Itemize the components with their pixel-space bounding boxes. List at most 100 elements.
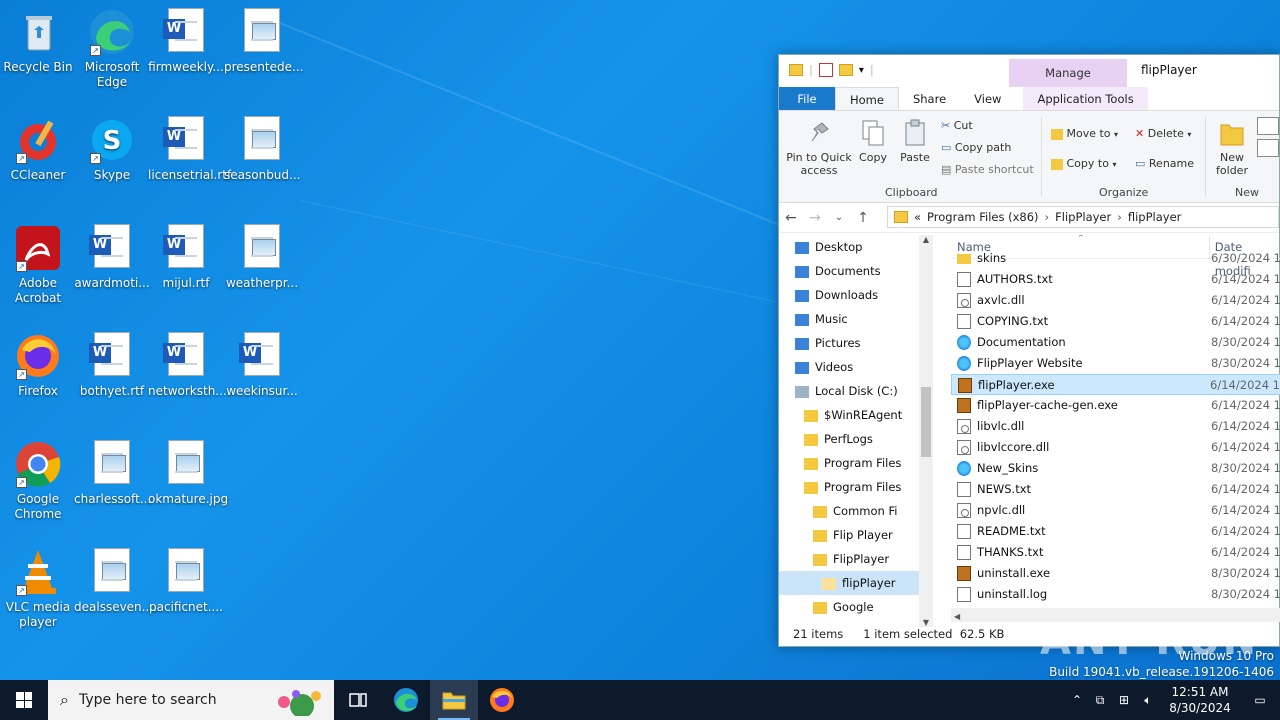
copy-path-button[interactable]: ▭ Copy path [941,141,1011,154]
desktop-icon-skype[interactable]: S ↗ Skype [74,116,150,183]
nav-item[interactable]: Common Fi [779,499,930,523]
taskbar-search-box[interactable]: ⌕ Type here to search [48,680,334,720]
cut-button[interactable]: ✂ Cut [941,119,973,132]
desktop-icon-rtf[interactable]: W weekinsur... [224,332,300,399]
tab-home[interactable]: Home [835,87,899,110]
manage-context-tab[interactable]: Manage [1009,59,1127,87]
file-row[interactable]: libvlc.dll 6/14/2024 1 [951,416,1280,437]
customize-toolbar-icon[interactable]: ▾ [859,65,864,76]
scrollbar-thumb[interactable] [921,387,931,457]
nav-item[interactable]: Flip Player [779,523,930,547]
easy-access-icon[interactable] [1257,139,1279,157]
taskbar-firefox-button[interactable] [478,680,526,720]
file-row[interactable]: uninstall.log 8/30/2024 1 [951,584,1280,605]
taskbar-edge-button[interactable] [382,680,430,720]
volume-icon[interactable]: 🔈︎ [1136,693,1160,708]
file-row[interactable]: COPYING.txt 6/14/2024 1 [951,311,1280,332]
file-row[interactable]: README.txt 6/14/2024 1 [951,521,1280,542]
scroll-left-arrow-icon[interactable]: ◀ [951,612,960,621]
nav-item[interactable]: PerfLogs [779,427,930,451]
desktop-icon-vlc[interactable]: ↗ VLC media player [0,548,76,630]
nav-item[interactable]: Local Disk (C:) [779,379,930,403]
nav-item[interactable]: flipPlayer [779,571,930,595]
desktop-icon-rtf[interactable]: W networksth... [148,332,227,399]
desktop-icon-firefox[interactable]: ↗ Firefox [0,332,76,399]
nav-item[interactable]: Pictures [779,331,930,355]
tab-view[interactable]: View [960,87,1015,110]
task-view-button[interactable] [334,680,382,720]
properties-icon[interactable] [818,63,833,77]
forward-arrow-icon[interactable]: → [803,210,827,226]
file-row[interactable]: New_Skins 8/30/2024 1 [951,458,1280,479]
file-row[interactable]: THANKS.txt 6/14/2024 1 [951,542,1280,563]
chevron-right-icon[interactable]: › [1117,210,1122,224]
up-arrow-icon[interactable]: ↑ [851,210,875,226]
nav-item[interactable]: Program Files [779,451,930,475]
taskbar-file-explorer-button[interactable] [430,680,478,720]
chevron-right-icon[interactable]: › [1045,210,1050,224]
navigation-pane-scrollbar[interactable]: ▲ ▼ [919,235,933,627]
breadcrumb-flipplayer[interactable]: flipPlayer [1128,210,1182,224]
breadcrumb-program-files-x86[interactable]: Program Files (x86) [927,210,1038,224]
copy-button[interactable]: Copy [853,119,893,164]
notifications-icon[interactable]: ▭ [1240,693,1280,707]
nav-item[interactable]: Documents [779,259,930,283]
desktop-icon-rtf[interactable]: W licensetrial.rtf [148,116,231,183]
nav-item[interactable]: Desktop [779,235,930,259]
desktop-icon-rtf[interactable]: W bothyet.rtf [74,332,150,399]
recent-locations-chevron-icon[interactable]: ⌄ [827,212,851,223]
desktop-icon-rtf[interactable]: W awardmoti... [74,224,150,291]
desktop-icon-ccleaner[interactable]: ↗ CCleaner [0,116,76,183]
show-hidden-icons-chevron-icon[interactable]: ⌃ [1066,693,1088,707]
new-item-icon[interactable] [1257,117,1279,135]
desktop-icon-image[interactable]: pacificnet.... [148,548,224,615]
nav-item[interactable]: $WinREAgent [779,403,930,427]
nav-item[interactable]: Program Files [779,475,930,499]
desktop-icon-adobe-acrobat[interactable]: ↗ Adobe Acrobat [0,224,76,306]
new-folder-button[interactable]: New folder [1211,119,1253,177]
desktop-icon-image[interactable]: charlessoft... [74,440,151,507]
desktop-icon-image[interactable]: seasonbud... [224,116,300,183]
tab-share[interactable]: Share [899,87,960,110]
file-row[interactable]: axvlc.dll 6/14/2024 1 [951,290,1280,311]
delete-button[interactable]: ✕ Delete ▾ [1135,127,1191,141]
desktop-icon-image[interactable]: weatherpr... [224,224,300,291]
file-row[interactable]: NEWS.txt 6/14/2024 1 [951,479,1280,500]
tab-application-tools[interactable]: Application Tools [1023,87,1148,110]
desktop-icon-google-chrome[interactable]: ↗ Google Chrome [0,440,76,522]
paste-button[interactable]: Paste [895,119,935,164]
breadcrumb-flipplayer-parent[interactable]: FlipPlayer [1055,210,1111,224]
pin-to-quick-access-button[interactable]: Pin to Quick access [785,119,853,177]
desktop-icon-image[interactable]: dealsseven.... [74,548,157,615]
file-row[interactable]: libvlccore.dll 6/14/2024 1 [951,437,1280,458]
file-row[interactable]: uninstall.exe 8/30/2024 1 [951,563,1280,584]
address-bar[interactable]: « Program Files (x86) › FlipPlayer › fli… [887,206,1279,228]
network-icon[interactable]: ⊞ [1112,693,1136,707]
desktop-icon-rtf[interactable]: W mijul.rtf [148,224,224,291]
start-button[interactable] [0,680,48,720]
file-row[interactable]: skins 6/30/2024 1 [951,248,1280,269]
desktop-icon-image[interactable]: presentede... [224,8,303,75]
copy-to-button[interactable]: Copy to ▾ [1051,157,1116,171]
taskbar-clock[interactable]: 12:51 AM 8/30/2024 [1160,684,1240,716]
file-row[interactable]: FlipPlayer Website 8/30/2024 1 [951,353,1280,374]
desktop-icon-image[interactable]: okmature.jpg [148,440,228,507]
move-to-button[interactable]: Move to ▾ [1051,127,1118,141]
back-arrow-icon[interactable]: ← [779,210,803,226]
scroll-up-arrow-icon[interactable]: ▲ [919,235,933,244]
desktop-icon-rtf[interactable]: W firmweekly... [148,8,224,75]
nav-item[interactable]: Downloads [779,283,930,307]
nav-item[interactable]: Music [779,307,930,331]
file-row[interactable]: flipPlayer-cache-gen.exe 6/14/2024 1 [951,395,1280,416]
nav-item[interactable]: Videos [779,355,930,379]
network-device-icon[interactable]: ⧉ [1088,693,1112,708]
new-folder-icon[interactable] [838,64,853,76]
file-row[interactable]: npvlc.dll 6/14/2024 1 [951,500,1280,521]
desktop-icon-edge[interactable]: ↗ Microsoft Edge [74,8,150,90]
file-row[interactable]: flipPlayer.exe 6/14/2024 1 [951,374,1280,395]
breadcrumb-overflow[interactable]: « [914,210,921,224]
file-row[interactable]: AUTHORS.txt 6/14/2024 1 [951,269,1280,290]
nav-item[interactable]: FlipPlayer [779,547,930,571]
nav-item[interactable]: Google [779,595,930,619]
rename-button[interactable]: ▭ Rename [1135,157,1194,170]
